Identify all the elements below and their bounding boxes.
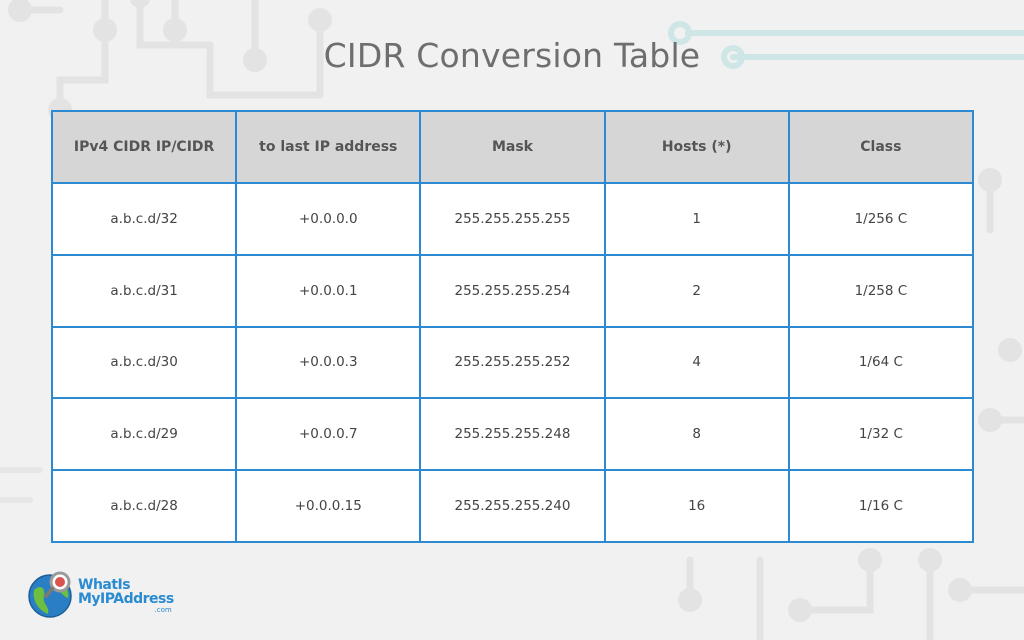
cell-class: 1/32 C (787, 397, 975, 472)
logo-line-2: MyIPAddress (78, 591, 174, 607)
cell-last-ip: +0.0.0.15 (235, 469, 422, 543)
cell-hosts: 8 (603, 397, 790, 472)
header-cidr: IPv4 CIDR IP/CIDR (50, 110, 238, 184)
cell-cidr: a.b.c.d/30 (50, 325, 238, 400)
header-class: Class (787, 110, 975, 184)
cell-hosts: 1 (603, 182, 790, 256)
table-row: a.b.c.d/31 +0.0.0.1 255.255.255.254 2 1/… (50, 253, 975, 328)
cell-mask: 255.255.255.240 (419, 469, 606, 543)
cell-hosts: 2 (603, 253, 790, 328)
cell-cidr: a.b.c.d/32 (50, 182, 238, 256)
cell-last-ip: +0.0.0.0 (235, 182, 422, 256)
cell-last-ip: +0.0.0.7 (235, 397, 422, 472)
site-logo[interactable]: WhatIs MyIPAddress .com (26, 568, 186, 624)
cell-class: 1/64 C (787, 325, 975, 400)
table-body: a.b.c.d/32 +0.0.0.0 255.255.255.255 1 1/… (50, 182, 975, 543)
cell-last-ip: +0.0.0.3 (235, 325, 422, 400)
cell-cidr: a.b.c.d/31 (50, 253, 238, 328)
table-row: a.b.c.d/28 +0.0.0.15 255.255.255.240 16 … (50, 469, 975, 543)
cell-last-ip: +0.0.0.1 (235, 253, 422, 328)
cell-class: 1/16 C (787, 469, 975, 543)
logo-suffix: .com (154, 606, 172, 614)
table-header: IPv4 CIDR IP/CIDR to last IP address Mas… (50, 110, 975, 184)
cell-mask: 255.255.255.252 (419, 325, 606, 400)
globe-magnifier-icon (28, 571, 72, 618)
cell-mask: 255.255.255.248 (419, 397, 606, 472)
header-mask: Mask (419, 110, 606, 184)
cell-hosts: 16 (603, 469, 790, 543)
header-row: IPv4 CIDR IP/CIDR to last IP address Mas… (50, 110, 975, 184)
table-row: a.b.c.d/30 +0.0.0.3 255.255.255.252 4 1/… (50, 325, 975, 400)
cell-mask: 255.255.255.254 (419, 253, 606, 328)
cell-hosts: 4 (603, 325, 790, 400)
cell-class: 1/258 C (787, 253, 975, 328)
cell-class: 1/256 C (787, 182, 975, 256)
table-row: a.b.c.d/29 +0.0.0.7 255.255.255.248 8 1/… (50, 397, 975, 472)
cell-mask: 255.255.255.255 (419, 182, 606, 256)
cidr-conversion-table: IPv4 CIDR IP/CIDR to last IP address Mas… (50, 110, 975, 543)
table-row: a.b.c.d/32 +0.0.0.0 255.255.255.255 1 1/… (50, 182, 975, 256)
header-hosts: Hosts (*) (603, 110, 790, 184)
cell-cidr: a.b.c.d/28 (50, 469, 238, 543)
page-title: CIDR Conversion Table (323, 36, 701, 75)
logo-text: WhatIs MyIPAddress .com (78, 578, 174, 614)
header-last-ip: to last IP address (235, 110, 422, 184)
logo-line-1: WhatIs (78, 577, 131, 593)
cell-cidr: a.b.c.d/29 (50, 397, 238, 472)
